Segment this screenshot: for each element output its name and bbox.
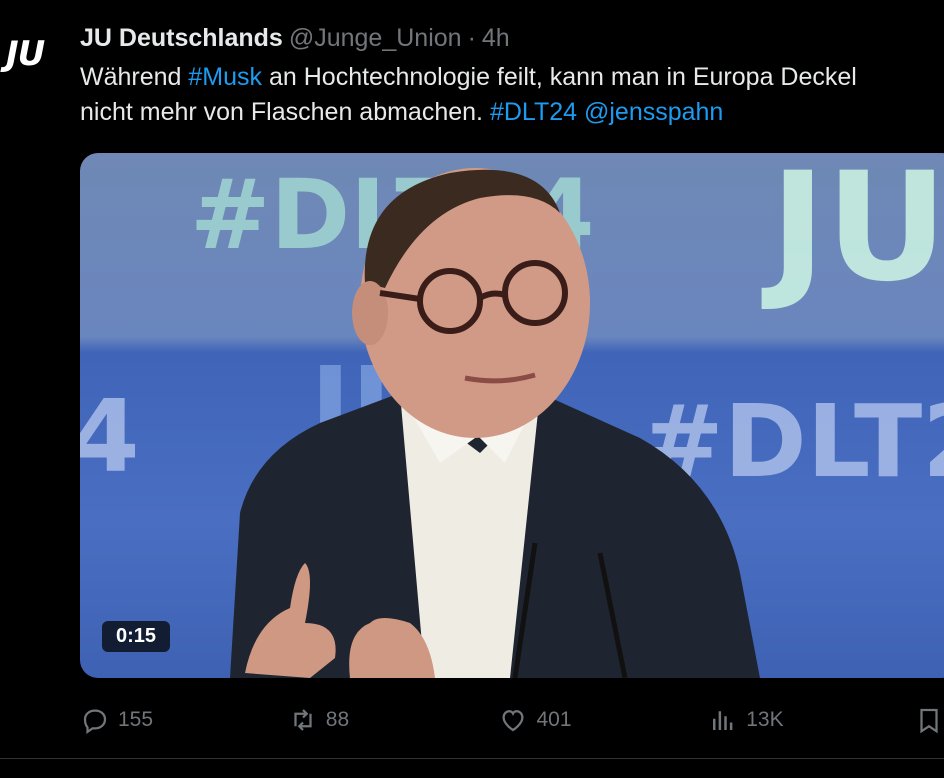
- text-segment: [577, 98, 584, 126]
- bookmark-icon: [920, 708, 938, 734]
- like-button[interactable]: 401: [498, 705, 708, 735]
- hashtag-dlt24[interactable]: #DLT24: [490, 98, 577, 126]
- retweet-icon: [294, 709, 312, 731]
- video-player[interactable]: #DLT24 JU #DLT24 4 JU: [80, 153, 944, 678]
- like-icon: [502, 710, 524, 732]
- user-handle[interactable]: @Junge_Union: [289, 24, 462, 53]
- timestamp[interactable]: 4h: [482, 24, 510, 53]
- views-button[interactable]: 13K: [708, 705, 914, 735]
- views-icon: [713, 711, 733, 730]
- bookmark-button[interactable]: [914, 705, 944, 735]
- avatar[interactable]: JU: [0, 26, 64, 82]
- tweet-header: JU Deutschlands @Junge_Union · 4h: [80, 20, 944, 56]
- mention-jensspahn[interactable]: @jensspahn: [584, 98, 723, 126]
- avatar-logo: JU: [6, 34, 45, 74]
- video-duration: 0:15: [102, 621, 171, 652]
- text-segment: Während: [80, 63, 189, 91]
- display-name[interactable]: JU Deutschlands: [80, 24, 283, 53]
- like-count: 401: [536, 708, 572, 731]
- retweet-button[interactable]: 88: [288, 705, 499, 735]
- text-segment: an Hochtechnologie feilt, kann man in Eu…: [262, 63, 857, 91]
- text-segment: nicht mehr von Flaschen abmachen.: [80, 98, 490, 126]
- hashtag-musk[interactable]: #Musk: [188, 63, 262, 91]
- reply-count: 155: [118, 708, 154, 731]
- reply-button[interactable]: 155: [80, 705, 288, 735]
- reply-icon: [83, 709, 107, 735]
- action-bar: 155 88 401 13K: [80, 700, 944, 740]
- separator-dot: ·: [467, 23, 476, 52]
- divider: [0, 758, 944, 759]
- retweet-count: 88: [325, 708, 350, 731]
- speaker-image: [230, 168, 760, 678]
- tweet-text: Während #Musk an Hochtechnologie feilt, …: [80, 60, 944, 130]
- views-count: 13K: [746, 708, 784, 731]
